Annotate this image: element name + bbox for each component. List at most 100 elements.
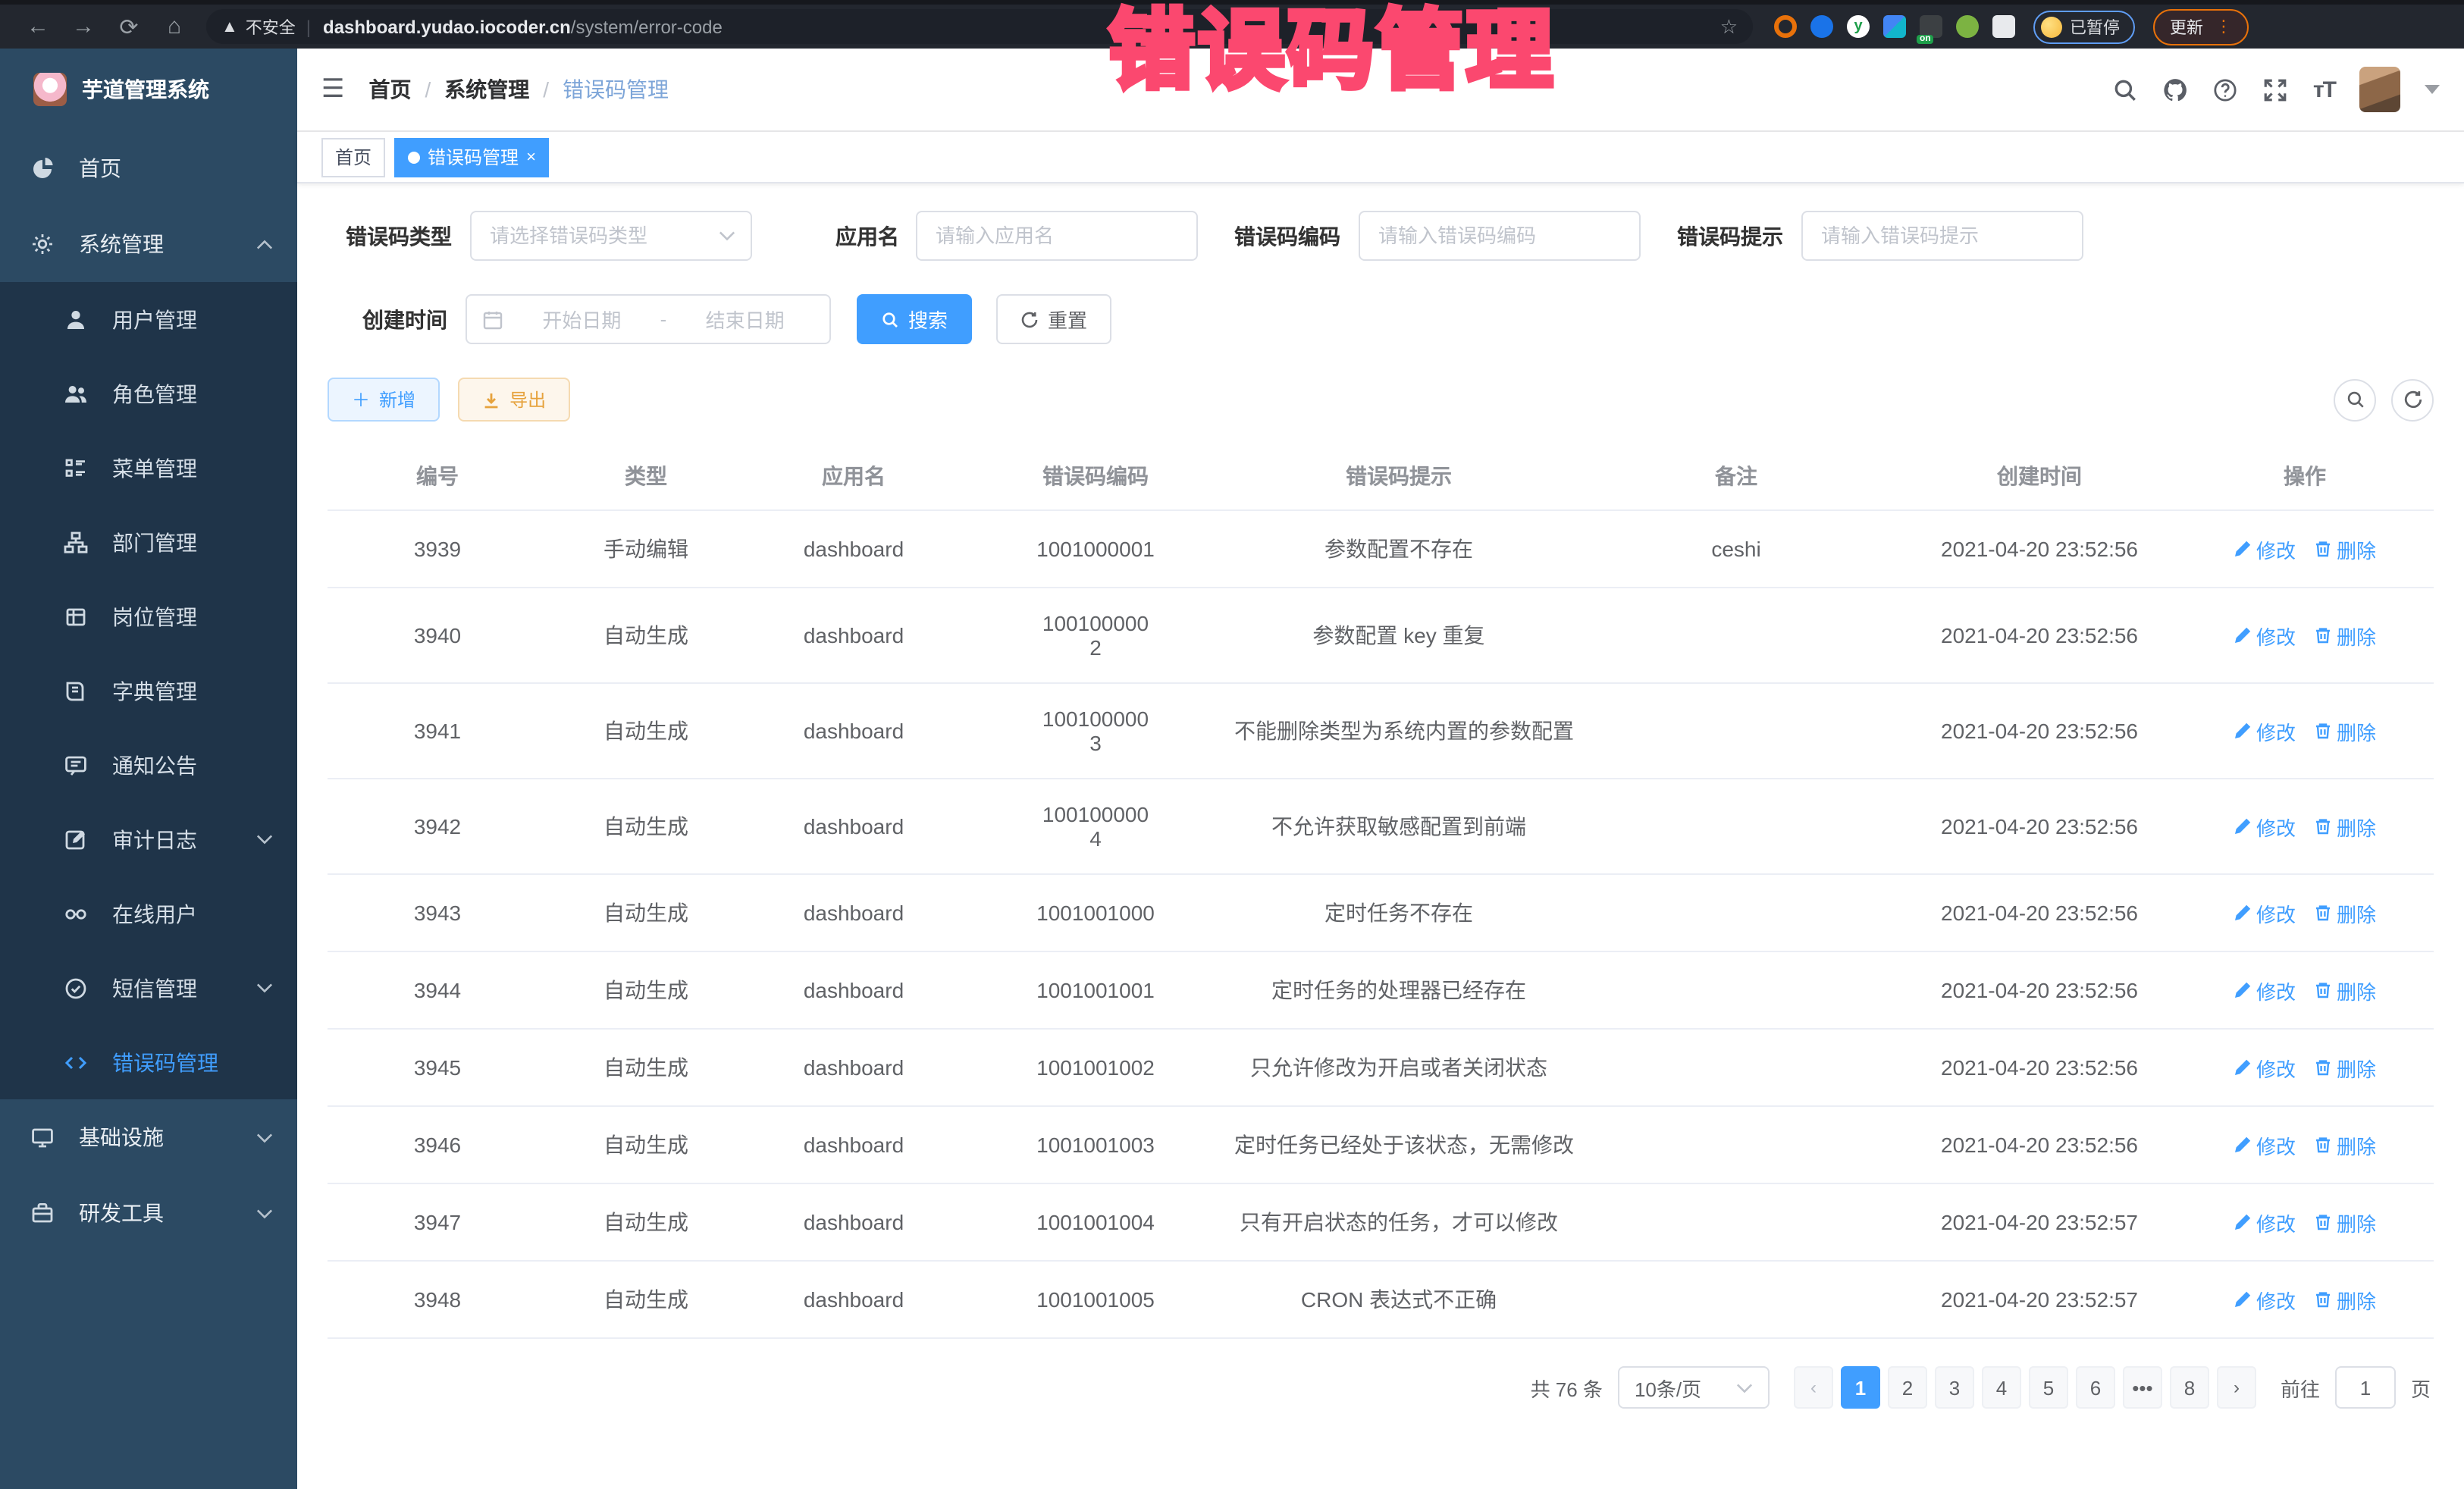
browser-update-button[interactable]: 更新 ⋮ — [2153, 8, 2249, 45]
add-button[interactable]: ＋ 新增 — [328, 378, 440, 422]
github-icon[interactable] — [2163, 77, 2189, 102]
edit-link[interactable]: 修改 — [2234, 976, 2296, 1005]
sidebar-item-研发工具[interactable]: 研发工具 — [0, 1175, 297, 1251]
edit-link[interactable]: 修改 — [2234, 1053, 2296, 1082]
profile-paused-badge[interactable]: 已暂停 — [2033, 10, 2135, 43]
next-page-button[interactable]: › — [2217, 1366, 2256, 1409]
edit-link[interactable]: 修改 — [2234, 1285, 2296, 1314]
page-button-1[interactable]: 1 — [1841, 1366, 1880, 1409]
tag-错误码管理[interactable]: 错误码管理× — [394, 137, 550, 177]
extension-icon[interactable]: on — [1920, 15, 1942, 38]
sidebar-item-审计日志[interactable]: 审计日志 — [0, 802, 297, 876]
home-icon[interactable]: ⌂ — [152, 14, 197, 39]
cell-time: 2021-04-20 23:52:56 — [1903, 874, 2176, 951]
delete-link[interactable]: 删除 — [2314, 1130, 2376, 1159]
page-unit-label: 页 — [2411, 1373, 2431, 1402]
sidebar-item-岗位管理[interactable]: 岗位管理 — [0, 579, 297, 654]
breadcrumb-item[interactable]: 系统管理 — [444, 74, 529, 105]
export-button[interactable]: 导出 — [458, 378, 570, 422]
hamburger-icon[interactable]: ☰ — [321, 74, 345, 105]
edit-link[interactable]: 修改 — [2234, 1130, 2296, 1159]
sidebar-item-字典管理[interactable]: 字典管理 — [0, 654, 297, 728]
page-size-select[interactable]: 10条/页 — [1618, 1366, 1770, 1409]
chevron-down-icon — [256, 834, 273, 845]
font-size-icon[interactable]: тT — [2313, 77, 2335, 102]
tag-首页[interactable]: 首页 — [321, 137, 385, 177]
edit-link[interactable]: 修改 — [2234, 716, 2296, 745]
forward-icon[interactable]: → — [61, 14, 106, 39]
goto-page-input[interactable] — [2337, 1368, 2394, 1407]
extension-icon[interactable]: y — [1847, 15, 1870, 38]
close-icon[interactable]: × — [526, 148, 536, 166]
help-icon[interactable] — [2213, 77, 2239, 102]
delete-link[interactable]: 删除 — [2314, 621, 2376, 650]
prev-page-button[interactable]: ‹ — [1794, 1366, 1833, 1409]
extension-icon[interactable] — [1956, 15, 1979, 38]
page-button-6[interactable]: 6 — [2076, 1366, 2115, 1409]
edit-link[interactable]: 修改 — [2234, 621, 2296, 650]
delete-link[interactable]: 删除 — [2314, 976, 2376, 1005]
fullscreen-icon[interactable] — [2263, 77, 2289, 102]
toggle-search-button[interactable] — [2334, 378, 2376, 421]
bookmark-star-icon[interactable]: ☆ — [1720, 14, 1738, 39]
reload-icon[interactable]: ⟳ — [106, 13, 152, 40]
refresh-button[interactable] — [2391, 378, 2434, 421]
reset-button[interactable]: 重置 — [996, 294, 1111, 344]
error-hint-field[interactable] — [1801, 211, 2083, 261]
error-code-input[interactable] — [1360, 212, 1639, 259]
navbar: ☰ 首页/系统管理/错误码管理 тT — [297, 49, 2464, 132]
cell-app: dashboard — [745, 1029, 963, 1106]
delete-link[interactable]: 删除 — [2314, 1285, 2376, 1314]
sidebar-item-在线用户[interactable]: 在线用户 — [0, 876, 297, 951]
sidebar-item-短信管理[interactable]: 短信管理 — [0, 951, 297, 1025]
extension-icon[interactable] — [1883, 15, 1906, 38]
search-button[interactable]: 搜索 — [857, 294, 972, 344]
app-name-input[interactable] — [917, 212, 1196, 259]
sidebar-item-角色管理[interactable]: 角色管理 — [0, 356, 297, 431]
date-range-picker[interactable]: 开始日期 - 结束日期 — [466, 294, 831, 344]
cell-type: 手动编辑 — [547, 510, 745, 588]
page-button-5[interactable]: 5 — [2029, 1366, 2068, 1409]
more-pages-button[interactable]: ••• — [2123, 1366, 2162, 1409]
back-icon[interactable]: ← — [15, 14, 61, 39]
edit-link[interactable]: 修改 — [2234, 1208, 2296, 1237]
goto-page-field[interactable] — [2335, 1366, 2396, 1409]
page-button-8[interactable]: 8 — [2170, 1366, 2209, 1409]
delete-link[interactable]: 删除 — [2314, 534, 2376, 563]
page-button-3[interactable]: 3 — [1935, 1366, 1974, 1409]
edit-link[interactable]: 修改 — [2234, 812, 2296, 841]
address-bar[interactable]: ▲ 不安全 | dashboard.yudao.iocoder.cn /syst… — [206, 9, 1753, 44]
error-code-field[interactable] — [1359, 211, 1641, 261]
delete-link[interactable]: 删除 — [2314, 1208, 2376, 1237]
sidebar-item-通知公告[interactable]: 通知公告 — [0, 728, 297, 802]
app-name-field[interactable] — [916, 211, 1198, 261]
sidebar-item-系统管理[interactable]: 系统管理 — [0, 206, 297, 282]
error-type-select[interactable] — [470, 211, 752, 261]
delete-link[interactable]: 删除 — [2314, 716, 2376, 745]
error-type-select-input[interactable] — [472, 212, 719, 259]
puzzle-icon[interactable] — [1992, 15, 2015, 38]
delete-link[interactable]: 删除 — [2314, 812, 2376, 841]
error-hint-input[interactable] — [1803, 212, 2082, 259]
caret-down-icon[interactable] — [2425, 85, 2440, 94]
browser-menu-icon[interactable]: ⋮ — [2215, 17, 2232, 36]
edit-link[interactable]: 修改 — [2234, 898, 2296, 927]
extension-icon[interactable] — [1810, 15, 1833, 38]
page-button-2[interactable]: 2 — [1888, 1366, 1927, 1409]
breadcrumb-item[interactable]: 首页 — [369, 74, 412, 105]
page-button-4[interactable]: 4 — [1982, 1366, 2021, 1409]
sidebar-item-用户管理[interactable]: 用户管理 — [0, 282, 297, 356]
edit-link[interactable]: 修改 — [2234, 534, 2296, 563]
url-host: dashboard.yudao.iocoder.cn — [323, 16, 571, 37]
sidebar-item-部门管理[interactable]: 部门管理 — [0, 505, 297, 579]
extension-icon[interactable] — [1774, 15, 1797, 38]
user-avatar[interactable] — [2359, 67, 2400, 112]
start-date-placeholder: 开始日期 — [513, 305, 651, 334]
sidebar-item-首页[interactable]: 首页 — [0, 130, 297, 206]
delete-link[interactable]: 删除 — [2314, 1053, 2376, 1082]
sidebar-item-错误码管理[interactable]: 错误码管理 — [0, 1025, 297, 1099]
sidebar-item-菜单管理[interactable]: 菜单管理 — [0, 431, 297, 505]
delete-link[interactable]: 删除 — [2314, 898, 2376, 927]
sidebar-item-基础设施[interactable]: 基础设施 — [0, 1099, 297, 1175]
search-icon[interactable] — [2113, 77, 2139, 102]
